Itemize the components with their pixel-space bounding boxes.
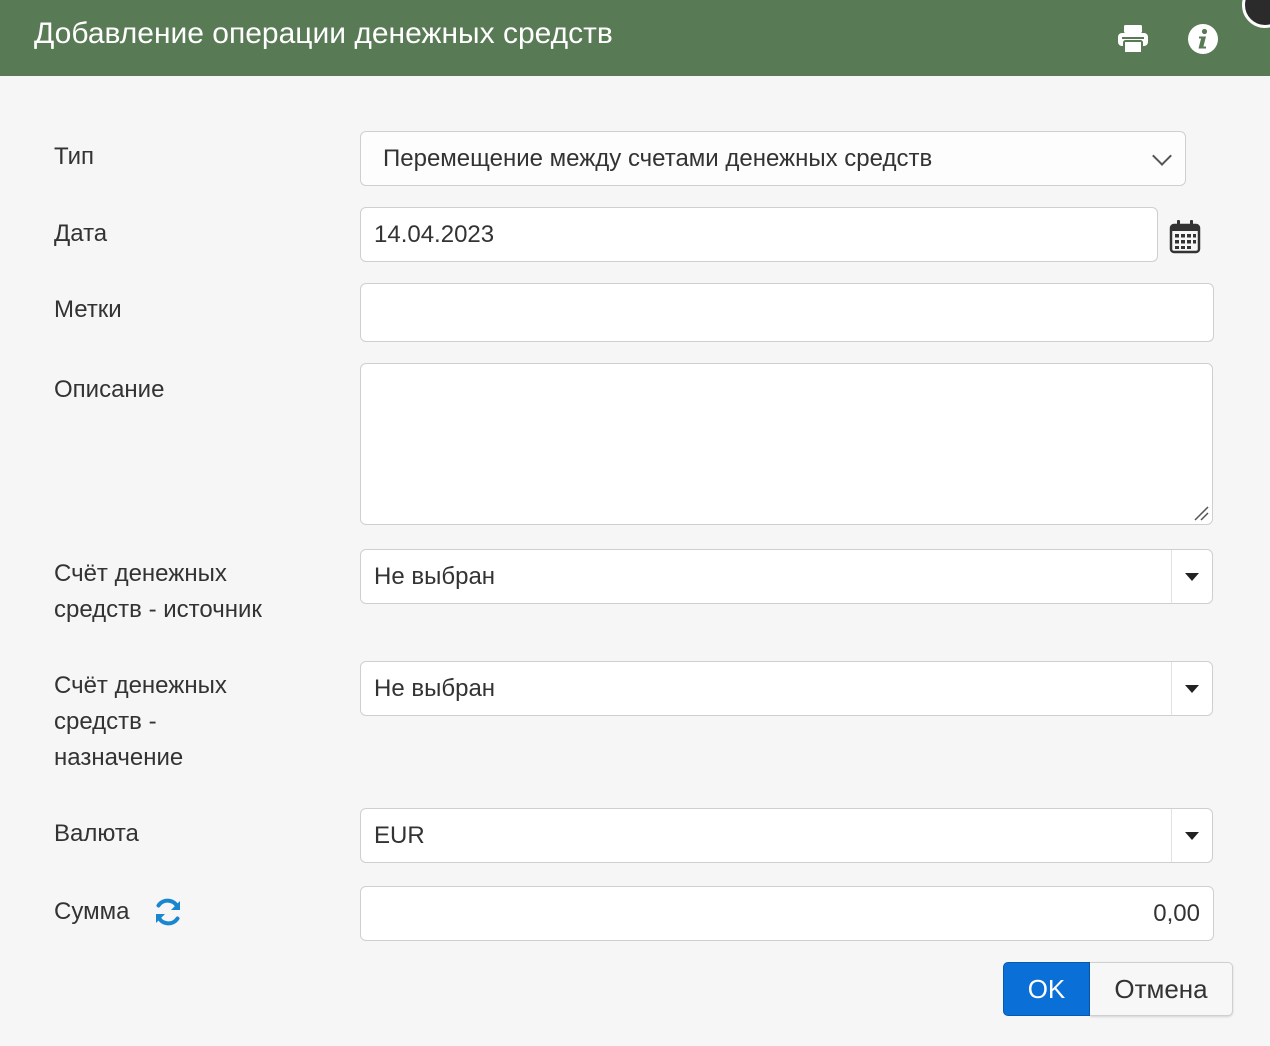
type-label: Тип <box>54 143 95 170</box>
caret-down-icon <box>1185 831 1199 840</box>
currency-label: Валюта <box>54 820 139 847</box>
dialog-buttons: OK Отмена <box>1003 962 1233 1016</box>
target-account-label: Счёт денежных средств - назначение <box>54 668 227 776</box>
chevron-down-icon <box>1152 145 1172 166</box>
source-account-label: Счёт денежных средств - источник <box>54 556 262 628</box>
amount-input[interactable]: 0,00 <box>360 886 1214 941</box>
description-textarea[interactable] <box>360 363 1213 525</box>
refresh-icon <box>156 898 180 926</box>
resize-grip-icon[interactable] <box>1193 505 1209 521</box>
target-account-dropdown-button[interactable] <box>1171 662 1212 715</box>
caret-down-icon <box>1185 684 1199 693</box>
source-account-label-line1: Счёт денежных <box>54 560 227 587</box>
source-account-combo[interactable]: Не выбран <box>360 549 1213 604</box>
dialog-header: Добавление операции денежных средств <box>0 0 1270 76</box>
currency-combo[interactable]: EUR <box>360 808 1213 863</box>
date-label: Дата <box>54 220 108 247</box>
source-account-label-line2: средств - источник <box>54 596 262 623</box>
type-select-value: Перемещение между счетами денежных средс… <box>383 144 933 172</box>
type-select[interactable]: Перемещение между счетами денежных средс… <box>360 131 1186 186</box>
tags-input[interactable] <box>360 283 1214 342</box>
tags-label: Метки <box>54 296 122 323</box>
target-account-label-line2: средств - <box>54 708 157 735</box>
amount-label: Сумма <box>54 898 130 925</box>
ok-button[interactable]: OK <box>1003 962 1090 1016</box>
currency-value: EUR <box>374 821 425 849</box>
cancel-button[interactable]: Отмена <box>1090 962 1233 1016</box>
date-input[interactable]: 14.04.2023 <box>360 207 1158 262</box>
target-account-label-line1: Счёт денежных <box>54 672 227 699</box>
currency-dropdown-button[interactable] <box>1171 809 1212 862</box>
caret-down-icon <box>1185 572 1199 581</box>
source-account-value: Не выбран <box>374 562 496 590</box>
print-button[interactable] <box>1116 22 1150 56</box>
target-account-label-line3: назначение <box>54 744 184 771</box>
print-icon <box>1118 25 1148 54</box>
date-input-value: 14.04.2023 <box>374 220 495 248</box>
dialog-title: Добавление операции денежных средств <box>34 17 613 50</box>
source-account-dropdown-button[interactable] <box>1171 550 1212 603</box>
target-account-combo[interactable]: Не выбран <box>360 661 1213 716</box>
info-button[interactable] <box>1186 22 1220 56</box>
info-icon <box>1188 24 1218 54</box>
close-button[interactable] <box>1242 0 1270 28</box>
amount-input-value: 0,00 <box>1153 899 1200 927</box>
refresh-rate-button[interactable] <box>152 896 184 928</box>
calendar-button[interactable] <box>1168 218 1202 256</box>
description-label: Описание <box>54 376 165 403</box>
target-account-value: Не выбран <box>374 674 496 702</box>
calendar-icon <box>1169 220 1201 254</box>
